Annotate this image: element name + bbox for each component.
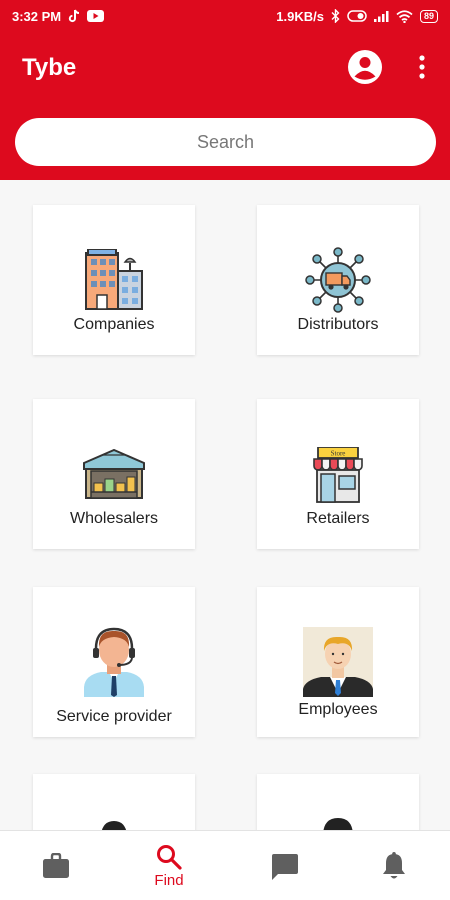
category-label: Service provider — [56, 708, 172, 725]
category-label: Retailers — [306, 510, 370, 527]
status-right: 1.9KB/s 89 — [276, 9, 438, 24]
briefcase-icon — [43, 853, 69, 878]
network-speed: 1.9KB/s — [276, 8, 324, 24]
nav-item-messages[interactable] — [229, 831, 341, 900]
wifi-icon — [396, 9, 413, 23]
category-card-retailers[interactable]: Store Retailers — [257, 399, 419, 549]
category-card-employees[interactable]: Employees — [257, 587, 419, 737]
app-bar: Tybe — [0, 32, 450, 180]
status-bar: 3:32 PM 1.9KB/s 89 — [0, 0, 450, 32]
chat-icon — [272, 853, 298, 880]
category-card-partial-left[interactable] — [33, 774, 195, 834]
youtube-icon — [87, 10, 105, 22]
support-agent-icon — [84, 627, 144, 697]
category-card-wholesalers[interactable]: Wholesalers — [33, 399, 195, 549]
tiktok-icon — [68, 9, 80, 23]
battery-icon: 89 — [419, 9, 438, 23]
office-buildings-icon — [85, 249, 143, 310]
category-card-companies[interactable]: Companies — [33, 205, 195, 355]
store-icon: Store — [313, 447, 363, 503]
category-card-distributors[interactable]: Distributors — [257, 205, 419, 355]
nav-item-find[interactable]: Find — [113, 831, 225, 900]
search-icon — [157, 844, 182, 870]
alarm-icon — [347, 10, 367, 22]
nav-item-jobs[interactable] — [0, 831, 112, 900]
category-label: Wholesalers — [69, 510, 159, 527]
status-time: 3:32 PM — [12, 8, 62, 24]
account-circle-icon[interactable] — [347, 49, 383, 85]
category-label: Employees — [298, 701, 378, 718]
notification-bell-icon — [383, 852, 405, 879]
svg-text:Store: Store — [331, 450, 346, 458]
app-title: Tybe — [22, 54, 77, 81]
category-card-service-provider[interactable]: Service provider — [33, 587, 195, 737]
signal-icon — [373, 11, 389, 22]
nav-label-find: Find — [154, 871, 184, 889]
status-left: 3:32 PM — [12, 8, 105, 24]
search-input[interactable] — [15, 118, 436, 166]
bluetooth-icon — [331, 9, 340, 23]
category-card-partial-right[interactable] — [257, 774, 419, 834]
category-label: Companies — [73, 316, 155, 333]
nav-item-notifications[interactable] — [338, 831, 450, 900]
bottom-navigation: Find — [0, 830, 450, 900]
more-vert-icon[interactable] — [412, 54, 432, 80]
businessman-icon — [303, 627, 373, 697]
category-label: Distributors — [297, 316, 379, 333]
warehouse-icon — [83, 449, 145, 499]
distribution-truck-icon — [305, 247, 371, 313]
